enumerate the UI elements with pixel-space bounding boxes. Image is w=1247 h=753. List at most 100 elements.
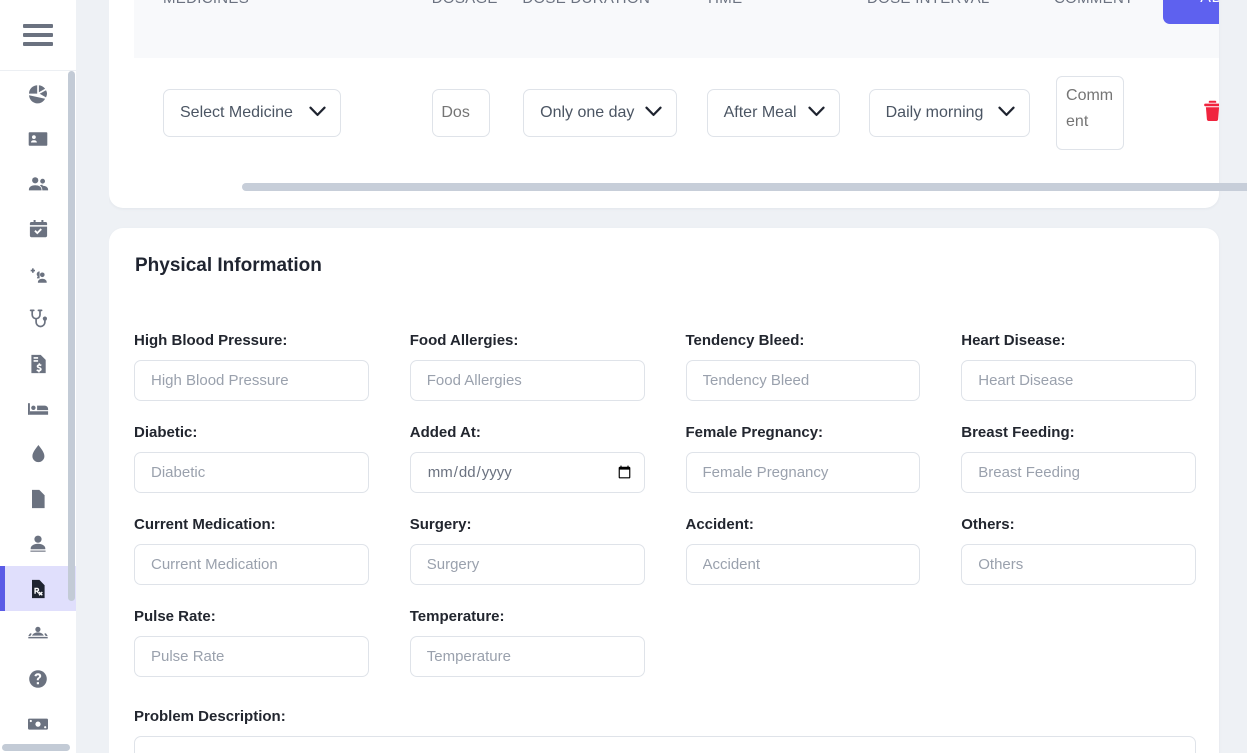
field-current-medication: Current Medication: bbox=[134, 516, 369, 585]
cell-action bbox=[1165, 100, 1219, 127]
field-accident: Accident: bbox=[685, 516, 921, 585]
page-scrollbar[interactable] bbox=[1239, 0, 1247, 753]
sidebar-item-help[interactable] bbox=[0, 656, 76, 701]
required-asterisk: * bbox=[249, 0, 255, 6]
input-food-allergies[interactable] bbox=[409, 360, 645, 401]
sidebar-item-dashboard[interactable] bbox=[0, 71, 76, 116]
medicine-table-row: Select Medicine Only one day bbox=[134, 58, 1219, 168]
medicine-table: MEDICINES* DOSAGE DOSE DURATION* TIME* D bbox=[134, 0, 1219, 168]
label-pulse-rate: Pulse Rate: bbox=[134, 608, 216, 625]
user-nurse-icon bbox=[28, 534, 48, 554]
sidebar-item-id-card[interactable] bbox=[0, 116, 76, 161]
field-breast-feeding: Breast Feeding: bbox=[961, 424, 1196, 493]
sidebar-horizontal-scrollbar[interactable] bbox=[0, 741, 76, 753]
field-surgery: Surgery: bbox=[409, 516, 645, 585]
medicine-table-card: MEDICINES* DOSAGE DOSE DURATION* TIME* D bbox=[109, 0, 1219, 208]
column-header-dose-duration: DOSE DURATION* bbox=[522, 0, 705, 7]
dose-duration-select[interactable]: Only one day bbox=[523, 89, 678, 137]
sidebar-item-nurses[interactable] bbox=[0, 521, 76, 566]
field-food-allergies: Food Allergies: bbox=[409, 332, 645, 401]
input-problem-description[interactable] bbox=[134, 736, 1196, 753]
sidebar-item-beds[interactable] bbox=[0, 386, 76, 431]
field-heart-disease: Heart Disease: bbox=[961, 332, 1196, 401]
medicine-table-header-row: MEDICINES* DOSAGE DOSE DURATION* TIME* D bbox=[134, 0, 1219, 58]
input-breast-feeding[interactable] bbox=[961, 452, 1196, 493]
label-added-at: Added At: bbox=[409, 424, 481, 441]
label-food-allergies: Food Allergies: bbox=[409, 332, 519, 349]
dose-duration-select-value: Only one day bbox=[540, 104, 635, 121]
label-problem-description: Problem Description: bbox=[134, 708, 286, 725]
field-temperature: Temperature: bbox=[409, 608, 645, 677]
label-temperature: Temperature: bbox=[409, 608, 505, 625]
procedures-icon bbox=[27, 624, 49, 644]
label-high-blood-pressure: High Blood Pressure: bbox=[134, 332, 288, 349]
main-content: MEDICINES* DOSAGE DOSE DURATION* TIME* D bbox=[109, 0, 1247, 753]
sidebar-item-staff[interactable] bbox=[0, 251, 76, 296]
label-accident: Accident: bbox=[685, 516, 754, 533]
menu-hamburger-icon[interactable] bbox=[23, 24, 53, 46]
input-heart-disease[interactable] bbox=[961, 360, 1196, 401]
column-header-time: TIME* bbox=[705, 0, 867, 7]
column-header-medicines-label: MEDICINES bbox=[163, 0, 249, 7]
calendar-check-icon bbox=[29, 219, 48, 239]
column-header-dosage: DOSAGE bbox=[432, 0, 523, 7]
layout-gap bbox=[76, 0, 109, 753]
sidebar-item-appointments[interactable] bbox=[0, 206, 76, 251]
label-heart-disease: Heart Disease: bbox=[961, 332, 1066, 349]
sidebar-item-operations[interactable] bbox=[0, 611, 76, 656]
chevron-down-icon bbox=[808, 104, 825, 122]
dose-interval-select-value: Daily morning bbox=[885, 104, 984, 121]
medicine-select-value: Select Medicine bbox=[180, 104, 293, 121]
column-header-dose-interval: DOSE INTERVAL* bbox=[867, 0, 1054, 7]
add-medicine-button[interactable]: ADD bbox=[1163, 0, 1219, 24]
required-asterisk: * bbox=[650, 0, 656, 6]
input-accident[interactable] bbox=[685, 544, 921, 585]
label-diabetic: Diabetic: bbox=[134, 424, 198, 441]
sidebar-item-doctors[interactable] bbox=[0, 296, 76, 341]
sidebar-item-blood-bank[interactable] bbox=[0, 431, 76, 476]
sidebar-item-payments[interactable] bbox=[0, 701, 76, 746]
field-tendency-bleed: Tendency Bleed: bbox=[685, 332, 921, 401]
cell-comment bbox=[1056, 76, 1165, 150]
medicine-table-horizontal-scrollbar-thumb[interactable] bbox=[242, 183, 1247, 191]
input-added-at[interactable] bbox=[409, 452, 645, 493]
comment-input[interactable] bbox=[1056, 76, 1125, 150]
medicine-table-horizontal-scrollbar[interactable] bbox=[242, 183, 1247, 191]
field-others: Others: bbox=[961, 516, 1196, 585]
input-tendency-bleed[interactable] bbox=[685, 360, 921, 401]
sidebar-scrollbar-thumb[interactable] bbox=[68, 71, 75, 601]
input-current-medication[interactable] bbox=[134, 544, 369, 585]
label-surgery: Surgery: bbox=[409, 516, 472, 533]
medicine-select[interactable]: Select Medicine bbox=[163, 89, 341, 137]
physical-information-card: Physical Information High Blood Pressure… bbox=[109, 228, 1219, 753]
input-diabetic[interactable] bbox=[134, 452, 369, 493]
input-female-pregnancy[interactable] bbox=[685, 452, 921, 493]
time-select[interactable]: After Meal bbox=[706, 89, 840, 137]
input-temperature[interactable] bbox=[409, 636, 645, 677]
cell-dose-duration: Only one day bbox=[523, 89, 706, 137]
chevron-down-icon bbox=[645, 104, 662, 122]
sidebar-item-reports[interactable] bbox=[0, 476, 76, 521]
label-tendency-bleed: Tendency Bleed: bbox=[685, 332, 805, 349]
column-header-comment: COMMENT bbox=[1054, 0, 1163, 7]
sidebar-item-patients[interactable] bbox=[0, 161, 76, 206]
field-female-pregnancy: Female Pregnancy: bbox=[685, 424, 921, 493]
sidebar-scrollbar[interactable] bbox=[67, 71, 76, 671]
input-pulse-rate[interactable] bbox=[134, 636, 369, 677]
input-surgery[interactable] bbox=[409, 544, 645, 585]
pie-chart-icon bbox=[28, 84, 48, 104]
column-header-dosage-label: DOSAGE bbox=[432, 0, 498, 7]
trash-icon bbox=[1203, 100, 1219, 125]
prescription-file-icon bbox=[30, 579, 47, 599]
delete-row-button[interactable] bbox=[1203, 100, 1219, 122]
column-header-comment-label: COMMENT bbox=[1054, 0, 1134, 7]
dose-interval-select[interactable]: Daily morning bbox=[868, 89, 1030, 137]
hamburger-bar bbox=[23, 42, 53, 46]
sidebar-item-prescriptions[interactable] bbox=[0, 566, 76, 611]
input-others[interactable] bbox=[961, 544, 1196, 585]
input-high-blood-pressure[interactable] bbox=[134, 360, 369, 401]
sidebar-horizontal-scrollbar-thumb[interactable] bbox=[2, 744, 70, 751]
sidebar-item-billing[interactable] bbox=[0, 341, 76, 386]
dosage-input[interactable] bbox=[432, 89, 491, 137]
id-card-icon bbox=[28, 129, 48, 149]
